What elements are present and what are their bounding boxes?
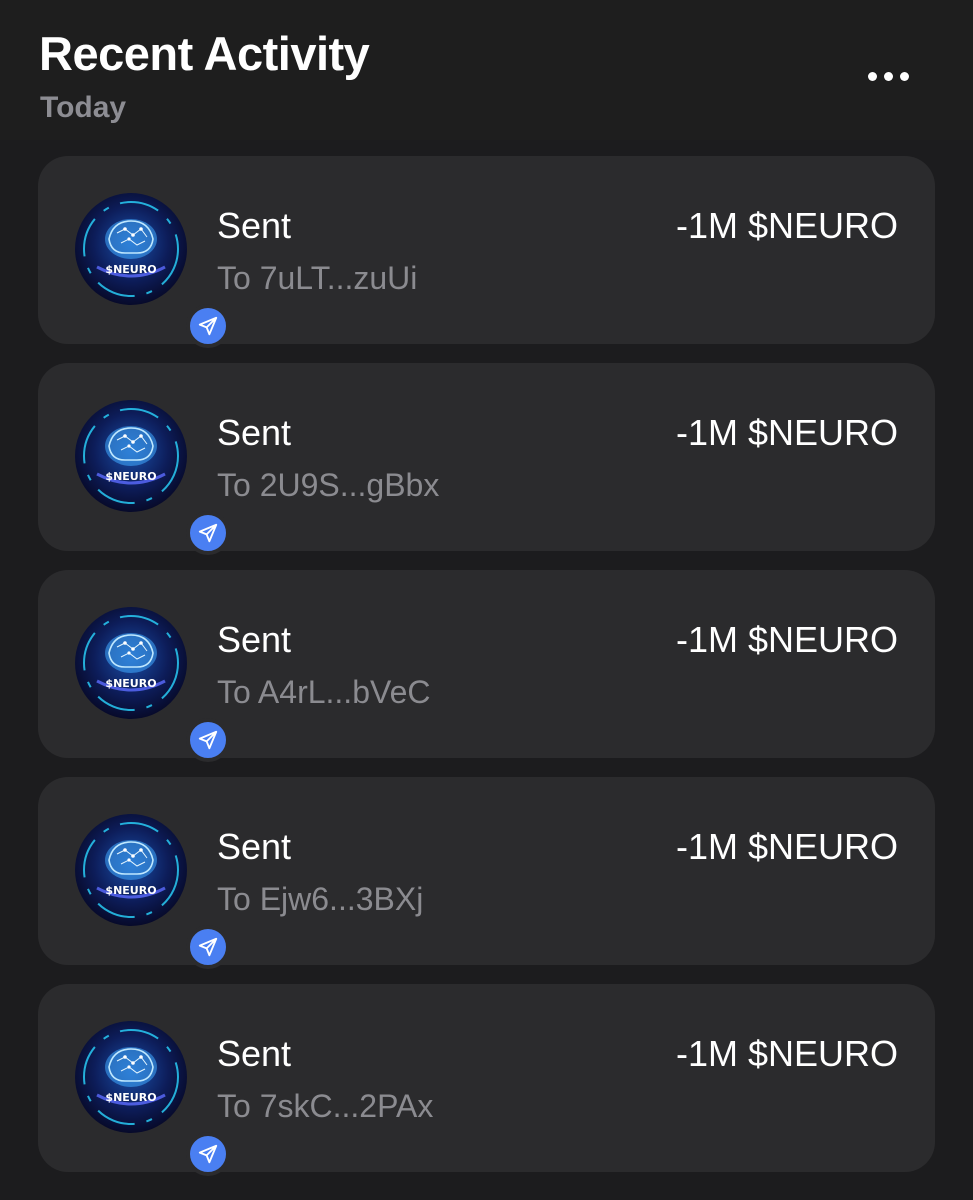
send-badge — [186, 511, 230, 555]
transaction-title: Sent — [217, 619, 292, 660]
transaction-amount: -1M $NEURO — [675, 412, 898, 453]
send-arrow-icon — [198, 730, 218, 750]
neuro-brain-logo-icon: $NEURO — [75, 1021, 187, 1133]
transaction-recipient: To 7skC...2PAx — [217, 1088, 434, 1124]
token-avatar: $NEURO — [75, 400, 230, 555]
token-avatar: $NEURO — [75, 607, 230, 762]
activity-item[interactable]: $NEURO Sent To A4rL...bVeC -1M $NEURO — [38, 570, 935, 762]
transaction-recipient: To A4rL...bVeC — [217, 674, 431, 710]
transaction-amount: -1M $NEURO — [675, 619, 898, 660]
svg-text:$NEURO: $NEURO — [105, 263, 156, 276]
section-label-today: Today — [40, 91, 127, 124]
send-badge — [186, 718, 230, 762]
send-badge — [186, 925, 230, 969]
activity-list: $NEURO Sent To 7uLT...zuUi -1M $NEURO $N… — [38, 156, 935, 1191]
transaction-amount: -1M $NEURO — [675, 826, 898, 867]
transaction-amount: -1M $NEURO — [675, 205, 898, 246]
neuro-brain-logo-icon: $NEURO — [75, 814, 187, 926]
ellipsis-icon — [867, 71, 877, 81]
activity-item[interactable]: $NEURO Sent To Ejw6...3BXj -1M $NEURO — [38, 777, 935, 969]
send-badge — [186, 1132, 230, 1176]
svg-text:$NEURO: $NEURO — [105, 470, 156, 483]
transaction-recipient: To Ejw6...3BXj — [217, 881, 424, 917]
token-avatar: $NEURO — [75, 814, 230, 969]
transaction-recipient: To 2U9S...gBbx — [217, 467, 440, 503]
token-avatar: $NEURO — [75, 193, 230, 348]
activity-item[interactable]: $NEURO Sent To 7skC...2PAx -1M $NEURO — [38, 984, 935, 1176]
neuro-brain-logo-icon: $NEURO — [75, 607, 187, 719]
transaction-amount: -1M $NEURO — [675, 1033, 898, 1074]
transaction-title: Sent — [217, 412, 292, 453]
token-avatar: $NEURO — [75, 1021, 230, 1176]
svg-text:$NEURO: $NEURO — [105, 1091, 156, 1104]
transaction-title: Sent — [217, 826, 292, 867]
send-arrow-icon — [198, 523, 218, 543]
more-options-button[interactable] — [858, 58, 918, 94]
neuro-brain-logo-icon: $NEURO — [75, 400, 187, 512]
send-arrow-icon — [198, 937, 218, 957]
activity-item[interactable]: $NEURO Sent To 7uLT...zuUi -1M $NEURO — [38, 156, 935, 348]
transaction-title: Sent — [217, 205, 292, 246]
page-title: Recent Activity — [39, 27, 370, 80]
svg-text:$NEURO: $NEURO — [105, 884, 156, 897]
header: Recent Activity Today — [0, 0, 973, 140]
send-arrow-icon — [198, 1144, 218, 1164]
transaction-title: Sent — [217, 1033, 292, 1074]
send-badge — [186, 304, 230, 348]
svg-text:$NEURO: $NEURO — [105, 677, 156, 690]
neuro-brain-logo-icon: $NEURO — [75, 193, 187, 305]
transaction-recipient: To 7uLT...zuUi — [217, 260, 418, 296]
activity-item[interactable]: $NEURO Sent To 2U9S...gBbx -1M $NEURO — [38, 363, 935, 555]
send-arrow-icon — [198, 316, 218, 336]
